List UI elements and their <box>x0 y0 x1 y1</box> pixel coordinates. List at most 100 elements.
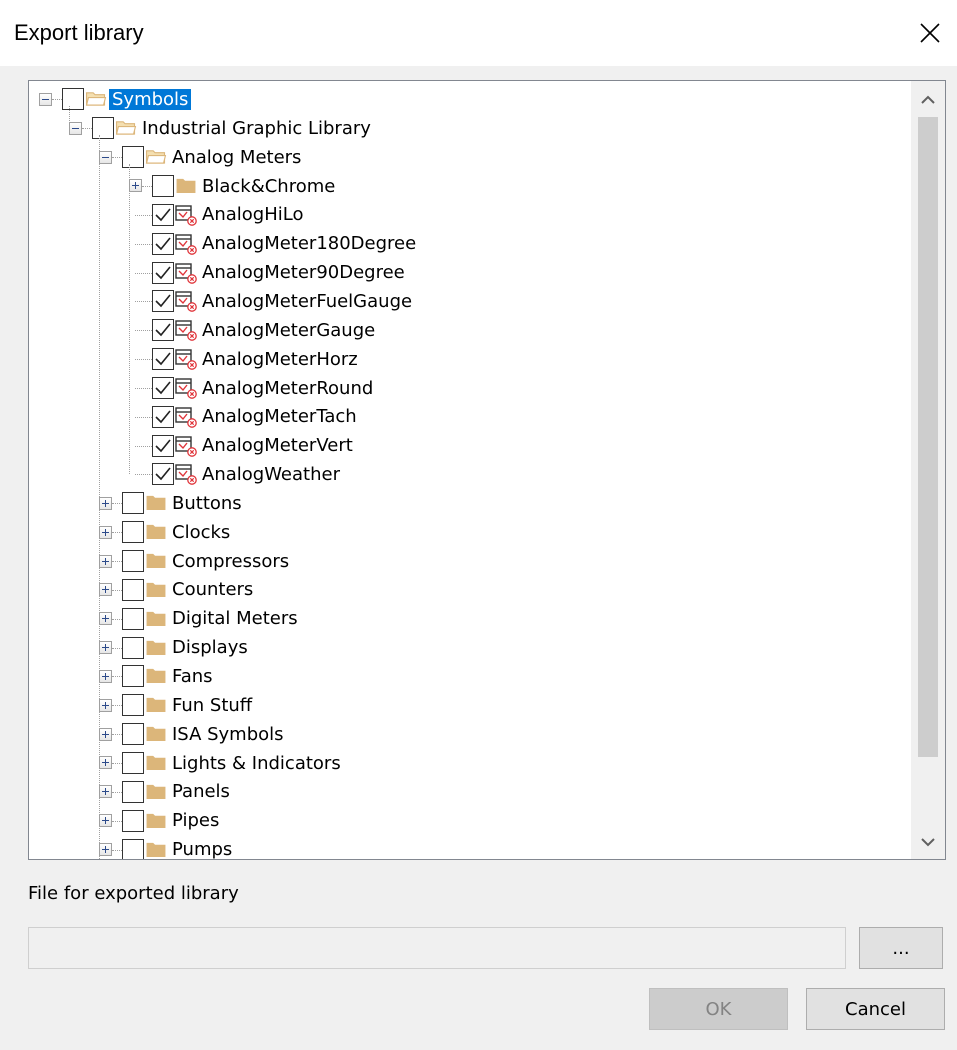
tree-checkbox[interactable] <box>152 203 174 226</box>
tree-checkbox[interactable] <box>152 405 174 428</box>
tree-item-folder[interactable]: Lights & Indicators <box>169 749 344 778</box>
folder-icon <box>146 842 166 857</box>
chevron-down-icon <box>921 838 935 847</box>
tree-item-label: AnalogMeterRound <box>202 377 374 399</box>
expand-icon[interactable] <box>129 179 142 193</box>
tree-item-library[interactable]: Industrial Graphic Library <box>139 114 374 143</box>
cancel-button[interactable]: Cancel <box>806 988 945 1030</box>
tree-connector <box>135 330 152 332</box>
tree-checkbox[interactable] <box>92 117 114 140</box>
symbol-icon <box>175 349 197 370</box>
tree-checkbox[interactable] <box>122 809 144 832</box>
tree-checkbox[interactable] <box>152 174 174 197</box>
library-tree[interactable]: Symbols Industrial Graphic Library Analog … <box>28 80 946 860</box>
tree-checkbox[interactable] <box>122 607 144 630</box>
tree-item-folder[interactable]: ISA Symbols <box>169 720 287 749</box>
collapse-icon[interactable] <box>39 92 52 106</box>
expand-icon[interactable] <box>99 727 112 741</box>
tree-checkbox[interactable] <box>122 578 144 601</box>
tree-item-folder[interactable]: Counters <box>169 575 256 604</box>
expand-icon[interactable] <box>99 641 112 655</box>
collapse-icon[interactable] <box>99 150 112 164</box>
tree-item-folder[interactable]: Pumps <box>169 835 235 859</box>
tree-checkbox[interactable] <box>152 376 174 399</box>
tree-checkbox[interactable] <box>122 723 144 746</box>
browse-button[interactable]: ... <box>859 927 943 969</box>
tree-checkbox[interactable] <box>152 319 174 342</box>
tree-item-label: Industrial Graphic Library <box>142 117 371 139</box>
tree-checkbox[interactable] <box>122 694 144 717</box>
tree-item-symbol[interactable]: AnalogMeter180Degree <box>199 229 419 258</box>
tree-item-folder[interactable]: Pipes <box>169 806 222 835</box>
tree-connector <box>112 676 122 678</box>
tree-item-black-chrome[interactable]: Black&Chrome <box>199 172 338 201</box>
tree-item-symbol[interactable]: AnalogMeterHorz <box>199 345 361 374</box>
tree-checkbox[interactable] <box>122 550 144 573</box>
ok-button[interactable]: OK <box>649 988 788 1030</box>
tree-checkbox[interactable] <box>122 780 144 803</box>
tree-checkbox[interactable] <box>122 146 144 169</box>
tree-item-symbol[interactable]: AnalogMeterGauge <box>199 316 378 345</box>
tree-checkbox[interactable] <box>152 463 174 486</box>
folder-open-icon <box>115 121 137 135</box>
tree-item-label: AnalogHiLo <box>202 204 304 226</box>
tree-checkbox[interactable] <box>62 88 84 111</box>
tree-item-folder[interactable]: Displays <box>169 633 251 662</box>
tree-item-folder[interactable]: Fun Stuff <box>169 691 255 720</box>
tree-connector <box>135 445 152 447</box>
tree-item-symbol[interactable]: AnalogMeterRound <box>199 374 376 403</box>
tree-item-symbol[interactable]: AnalogMeter90Degree <box>199 258 408 287</box>
tree-checkbox[interactable] <box>122 665 144 688</box>
tree-item-folder[interactable]: Compressors <box>169 547 292 576</box>
expand-icon[interactable] <box>99 496 112 510</box>
expand-icon[interactable] <box>99 669 112 683</box>
folder-icon <box>146 698 166 713</box>
expand-icon[interactable] <box>99 554 112 568</box>
tree-checkbox[interactable] <box>122 521 144 544</box>
tree-checkbox[interactable] <box>152 261 174 284</box>
scroll-down-button[interactable] <box>911 825 945 859</box>
close-button[interactable] <box>907 10 953 56</box>
tree-connector <box>142 185 152 187</box>
tree-item-symbol[interactable]: AnalogWeather <box>199 460 343 489</box>
scroll-up-button[interactable] <box>911 83 945 117</box>
tree-item-symbol[interactable]: AnalogHiLo <box>199 200 306 229</box>
tree-item-folder[interactable]: Clocks <box>169 518 233 547</box>
expand-icon[interactable] <box>99 612 112 626</box>
file-path-input[interactable] <box>28 927 846 969</box>
tree-item-folder[interactable]: Buttons <box>169 489 245 518</box>
tree-item-folder[interactable]: Fans <box>169 662 216 691</box>
tree-item-label: AnalogMeterVert <box>202 435 353 457</box>
tree-checkbox[interactable] <box>152 290 174 313</box>
tree-checkbox[interactable] <box>152 434 174 457</box>
tree-connector <box>129 164 130 475</box>
expand-icon[interactable] <box>99 843 112 857</box>
tree-item-symbol[interactable]: AnalogMeterVert <box>199 431 356 460</box>
expand-icon[interactable] <box>99 756 112 770</box>
tree-item-label: AnalogMeter180Degree <box>202 233 417 255</box>
tree-item-symbol[interactable]: AnalogMeterTach <box>199 402 360 431</box>
expand-icon[interactable] <box>99 814 112 828</box>
tree-item-folder[interactable]: Digital Meters <box>169 604 301 633</box>
expand-icon[interactable] <box>99 785 112 799</box>
symbol-icon <box>175 233 197 255</box>
tree-checkbox[interactable] <box>122 492 144 515</box>
vertical-scrollbar[interactable] <box>911 81 945 859</box>
folder-icon <box>146 755 166 771</box>
tree-item-symbols[interactable]: Symbols <box>109 85 192 114</box>
folder-icon <box>146 640 166 655</box>
tree-checkbox[interactable] <box>152 232 174 255</box>
tree-checkbox[interactable] <box>122 636 144 659</box>
tree-checkbox[interactable] <box>152 348 174 371</box>
symbol-icon <box>175 407 197 428</box>
tree-checkbox[interactable] <box>122 751 144 774</box>
tree-item-symbol[interactable]: AnalogMeterFuelGauge <box>199 287 415 316</box>
expand-icon[interactable] <box>99 525 112 539</box>
collapse-icon[interactable] <box>69 121 82 135</box>
scrollbar-thumb[interactable] <box>918 117 938 757</box>
tree-item-folder[interactable]: Panels <box>169 777 233 806</box>
expand-icon[interactable] <box>99 583 112 597</box>
tree-checkbox[interactable] <box>122 838 144 859</box>
expand-icon[interactable] <box>99 698 112 712</box>
tree-item-analog-meters[interactable]: Analog Meters <box>169 143 304 172</box>
